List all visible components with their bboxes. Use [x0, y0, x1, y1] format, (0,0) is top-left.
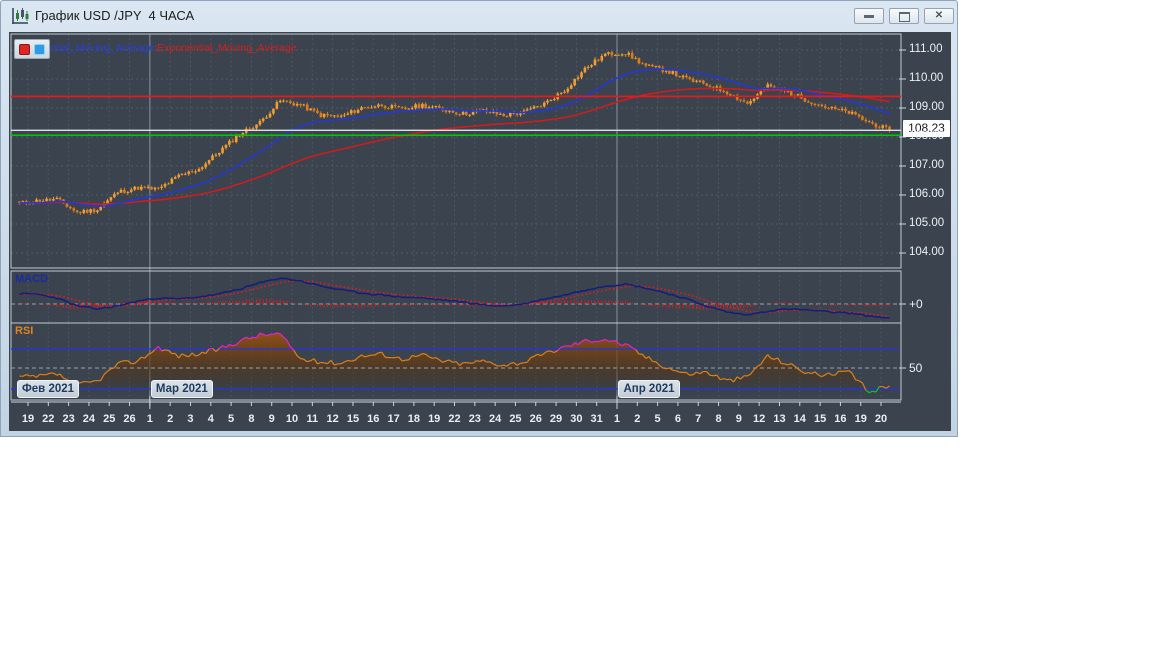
- macd-zero-label: +0: [909, 297, 923, 311]
- time-axis-label: 16: [834, 413, 847, 425]
- price-axis-label: 108.00: [909, 130, 945, 142]
- time-axis-label: 2: [634, 413, 641, 425]
- time-axis-label: 26: [529, 413, 542, 425]
- price-axis-label: 106.00: [909, 188, 945, 200]
- time-axis-label: 13: [773, 413, 786, 425]
- month-label: Фев 2021: [17, 380, 79, 398]
- time-axis-label: 23: [468, 413, 481, 425]
- time-axis-label: 19: [854, 413, 867, 425]
- time-axis-label: 24: [82, 413, 96, 425]
- price-axis-label: 105.00: [909, 217, 945, 229]
- price-axis-label: 110.00: [909, 72, 944, 84]
- time-axis-label: 15: [813, 413, 827, 425]
- time-axis-label: 2: [167, 413, 174, 425]
- time-axis-label: 14: [793, 413, 806, 425]
- time-axis-label: 15: [346, 413, 360, 425]
- chart-surface[interactable]: [1, 1, 959, 438]
- desktop: График USD /JPY 4 ЧАСА ✕ Exponential_Mov…: [0, 0, 1152, 648]
- time-axis-label: 31: [590, 413, 603, 425]
- time-axis-label: 25: [103, 413, 116, 425]
- rsi-pane-label: RSI: [15, 325, 34, 337]
- price-axis-label: 111.00: [909, 43, 943, 55]
- time-axis-label: 9: [268, 413, 275, 425]
- chart-window: График USD /JPY 4 ЧАСА ✕ Exponential_Mov…: [0, 0, 958, 437]
- price-axis-label: 104.00: [909, 246, 945, 258]
- time-axis-label: 8: [248, 413, 255, 425]
- time-axis-label: 5: [654, 413, 661, 425]
- time-axis-label: 20: [874, 413, 888, 425]
- time-axis-label: 7: [695, 413, 702, 425]
- month-label: Мар 2021: [150, 380, 213, 398]
- time-axis-label: 16: [367, 413, 380, 425]
- time-axis-label: 17: [387, 413, 400, 425]
- time-axis-label: 12: [753, 413, 766, 425]
- time-axis-label: 12: [326, 413, 339, 425]
- price-axis-label: 109.00: [909, 101, 945, 113]
- time-axis-label: 10: [285, 413, 299, 425]
- time-axis-label: 8: [715, 413, 722, 425]
- time-axis-label: 22: [448, 413, 461, 425]
- time-axis-label: 4: [207, 413, 214, 425]
- time-axis-label: 26: [123, 413, 136, 425]
- time-axis-label: 19: [428, 413, 441, 425]
- time-axis-label: 9: [735, 413, 742, 425]
- time-axis-label: 25: [509, 413, 522, 425]
- time-axis-label: 3: [187, 413, 194, 425]
- time-axis-label: 23: [62, 413, 75, 425]
- time-axis-label: 11: [306, 413, 319, 425]
- red-indicator-toggle-button[interactable]: [19, 43, 30, 55]
- time-axis-label: 29: [549, 413, 563, 425]
- time-axis-label: 22: [42, 413, 55, 425]
- time-axis-label: 19: [21, 413, 35, 425]
- legend-ema-slow: Exponential_Moving_Average: [157, 42, 297, 54]
- macd-pane-label: MACD: [15, 273, 48, 285]
- rsi-mid-label: 50: [909, 361, 923, 375]
- time-axis-label: 1: [146, 413, 153, 425]
- time-axis-label: 30: [570, 413, 583, 425]
- time-axis-label: 1: [613, 413, 621, 425]
- indicator-toggle-panel: [14, 39, 50, 59]
- month-label: Апр 2021: [617, 380, 680, 398]
- time-axis-label: 18: [407, 413, 420, 425]
- time-axis-label: 5: [228, 413, 235, 425]
- indicator-legend: Exponential_Moving_Average:Exponential_M…: [15, 42, 297, 54]
- time-axis-label: 24: [489, 413, 502, 425]
- price-axis-label: 107.00: [909, 159, 945, 171]
- blue-indicator-toggle-button[interactable]: [34, 43, 45, 55]
- time-axis-label: 6: [674, 413, 681, 425]
